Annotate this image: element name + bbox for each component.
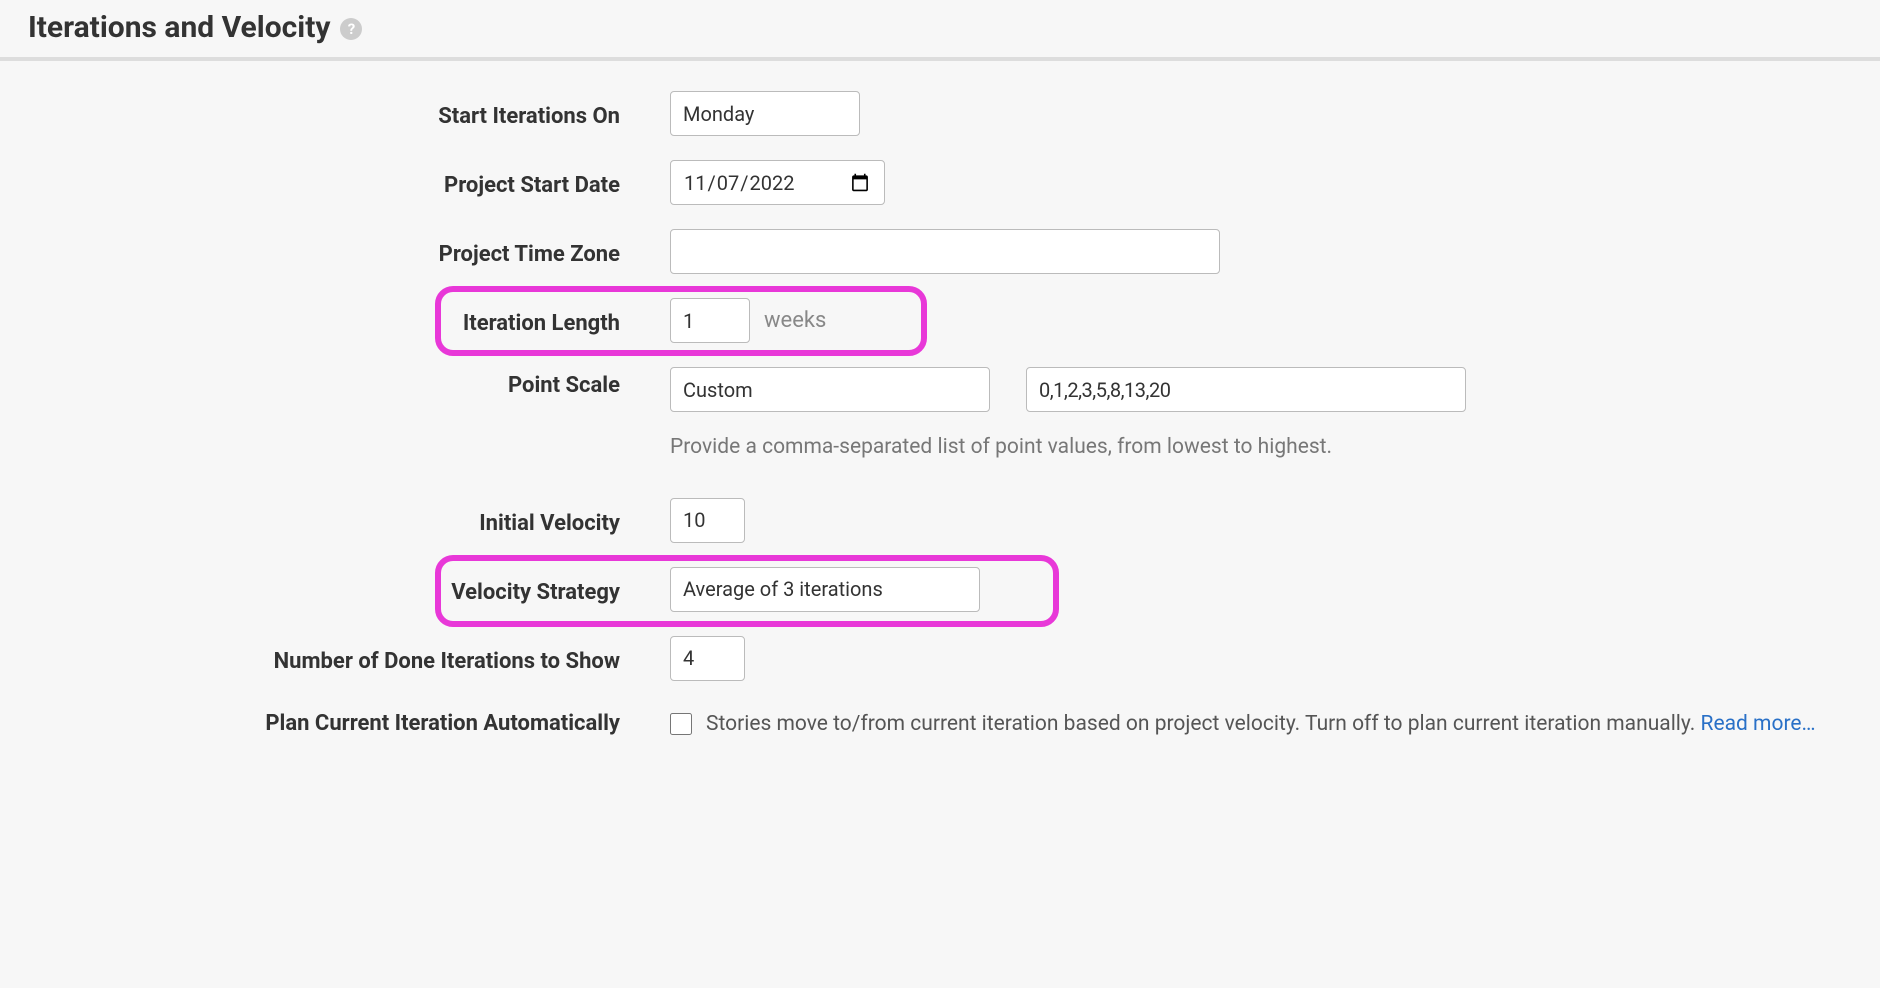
control-wrap: Average of 3 iterations bbox=[670, 567, 980, 612]
label-plan-auto: Plan Current Iteration Automatically bbox=[30, 705, 670, 736]
control-wrap bbox=[670, 229, 1220, 274]
point-scale-help-text: Provide a comma-separated list of point … bbox=[670, 432, 1466, 464]
checkbox-plan-auto[interactable] bbox=[670, 713, 692, 735]
read-more-link[interactable]: Read more… bbox=[1701, 712, 1816, 736]
form-container: Start Iterations On Monday Project Start… bbox=[0, 91, 1880, 743]
row-velocity-strategy: Velocity Strategy Average of 3 iteration… bbox=[30, 567, 1850, 612]
row-project-start-date: Project Start Date bbox=[30, 160, 1850, 205]
control-wrap: Custom Provide a comma-separated list of… bbox=[670, 367, 1466, 464]
help-icon[interactable]: ? bbox=[340, 18, 362, 40]
label-velocity-strategy: Velocity Strategy bbox=[30, 574, 670, 605]
input-initial-velocity[interactable] bbox=[670, 498, 745, 543]
label-start-iterations-on: Start Iterations On bbox=[30, 98, 670, 129]
input-point-scale-custom[interactable] bbox=[1026, 367, 1466, 412]
control-wrap: Stories move to/from current iteration b… bbox=[670, 705, 1816, 744]
input-project-start-date[interactable] bbox=[670, 160, 885, 205]
row-initial-velocity: Initial Velocity bbox=[30, 498, 1850, 543]
section-header: Iterations and Velocity ? bbox=[0, 0, 1880, 61]
select-start-iterations-on[interactable]: Monday bbox=[670, 91, 860, 136]
control-wrap bbox=[670, 636, 745, 681]
control-wrap bbox=[670, 498, 745, 543]
label-done-iterations: Number of Done Iterations to Show bbox=[30, 643, 670, 674]
row-done-iterations: Number of Done Iterations to Show bbox=[30, 636, 1850, 681]
input-done-iterations[interactable] bbox=[670, 636, 745, 681]
section-title: Iterations and Velocity bbox=[28, 10, 330, 45]
row-start-iterations-on: Start Iterations On Monday bbox=[30, 91, 1850, 136]
select-point-scale[interactable]: Custom bbox=[670, 367, 990, 412]
control-wrap: 1 weeks bbox=[670, 298, 826, 343]
label-project-time-zone: Project Time Zone bbox=[30, 236, 670, 267]
iteration-length-suffix: weeks bbox=[764, 308, 826, 333]
checkbox-wrap: Stories move to/from current iteration b… bbox=[670, 705, 1816, 744]
row-plan-auto: Plan Current Iteration Automatically Sto… bbox=[30, 705, 1850, 744]
row-project-time-zone: Project Time Zone bbox=[30, 229, 1850, 274]
row-iteration-length: Iteration Length 1 weeks bbox=[30, 298, 1850, 343]
row-point-scale: Point Scale Custom Provide a comma-separ… bbox=[30, 367, 1850, 464]
plan-auto-description: Stories move to/from current iteration b… bbox=[706, 705, 1816, 744]
label-point-scale: Point Scale bbox=[30, 367, 670, 398]
label-iteration-length: Iteration Length bbox=[30, 305, 670, 336]
control-wrap: Monday bbox=[670, 91, 860, 136]
select-project-time-zone[interactable] bbox=[670, 229, 1220, 274]
label-project-start-date: Project Start Date bbox=[30, 167, 670, 198]
select-iteration-length[interactable]: 1 bbox=[670, 298, 750, 343]
select-velocity-strategy[interactable]: Average of 3 iterations bbox=[670, 567, 980, 612]
plan-auto-text: Stories move to/from current iteration b… bbox=[706, 712, 1701, 736]
control-wrap bbox=[670, 160, 885, 205]
label-initial-velocity: Initial Velocity bbox=[30, 505, 670, 536]
